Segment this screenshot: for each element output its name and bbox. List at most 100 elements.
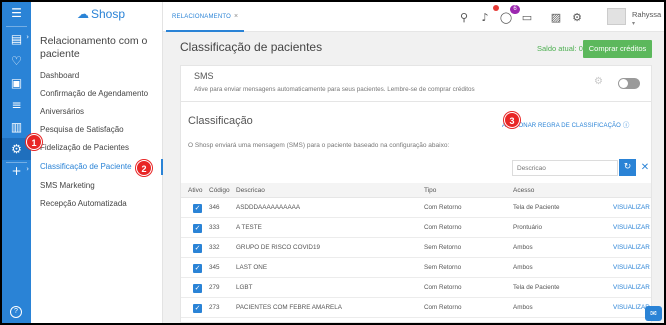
chat-bubble-icon[interactable]: ✉ bbox=[645, 306, 662, 321]
table-body: ✓ 346 ASDDDAAAAAAAAAA Com Retorno Tela de Pa… bbox=[181, 198, 651, 318]
cell-description: A TESTE bbox=[236, 224, 262, 231]
buy-credits-button[interactable]: Comprar créditos bbox=[583, 40, 652, 58]
icon-rail: ☰ ▤ › ♡ ▣ ≡ ▥ ⚙ + › ? bbox=[2, 2, 31, 323]
table-row: ✓ 279 LGBT Com Retorno Tela de Paciente VISUA… bbox=[181, 278, 651, 298]
cell-acesso: Tela de Paciente bbox=[513, 284, 560, 291]
tab-close-icon[interactable]: × bbox=[234, 13, 238, 20]
table-header: Ativo Código Descricao Tipo Acesso bbox=[181, 183, 651, 198]
cell-acesso: Prontuário bbox=[513, 224, 543, 231]
view-link[interactable]: VISUALIZAR bbox=[613, 278, 650, 298]
image-icon[interactable]: ▨ bbox=[548, 9, 564, 25]
settings-gear-icon[interactable]: ⚙ bbox=[594, 76, 603, 87]
add-rule-link[interactable]: ADICIONAR REGRA DE CLASSIFICAÇÃO ⓘ bbox=[502, 119, 630, 129]
sms-toggle[interactable] bbox=[618, 78, 640, 89]
step-marker-1: 1 bbox=[26, 134, 42, 150]
sidebar-item-confirmacao[interactable]: Confirmação de Agendamento bbox=[40, 86, 163, 102]
header-codigo[interactable]: Código bbox=[209, 183, 230, 198]
active-checkbox[interactable]: ✓ bbox=[193, 284, 202, 293]
cell-code: 346 bbox=[209, 204, 220, 211]
classification-description: O Shosp enviará uma mensagem (SMS) para … bbox=[188, 142, 450, 149]
cell-acesso: Ambos bbox=[513, 244, 533, 251]
chevron-down-icon[interactable]: ▾ bbox=[632, 20, 635, 27]
table-row: ✓ 333 A TESTE Com Retorno Prontuário VISUALIZ… bbox=[181, 218, 651, 238]
cell-tipo: Com Retorno bbox=[424, 284, 462, 291]
cell-tipo: Sem Retorno bbox=[424, 244, 462, 251]
menu-icon[interactable]: ☰ bbox=[2, 2, 31, 24]
sms-title: SMS bbox=[194, 71, 214, 81]
cell-description: LAST ONE bbox=[236, 264, 268, 271]
classification-title: Classificação bbox=[188, 115, 253, 127]
briefcase-icon[interactable]: ▥ bbox=[2, 116, 31, 138]
cell-acesso: Tela de Paciente bbox=[513, 204, 560, 211]
main-content: Classificação de pacientes Saldo atual: … bbox=[163, 32, 664, 323]
view-link[interactable]: VISUALIZAR bbox=[613, 258, 650, 278]
view-link[interactable]: VISUALIZAR bbox=[613, 198, 650, 218]
cell-tipo: Com Retorno bbox=[424, 224, 462, 231]
chat-icon[interactable]: ◯ 6 bbox=[498, 5, 520, 25]
refresh-button[interactable]: ↻ bbox=[619, 159, 636, 176]
sidebar-item-recepcao[interactable]: Recepção Automatizada bbox=[40, 196, 163, 212]
classification-panel: Classificação ADICIONAR REGRA DE CLASSIF… bbox=[180, 102, 652, 323]
cell-code: 333 bbox=[209, 224, 220, 231]
cell-code: 279 bbox=[209, 284, 220, 291]
sms-description: Ative para enviar mensagens automaticame… bbox=[194, 86, 475, 93]
view-link[interactable]: VISUALIZAR bbox=[613, 218, 650, 238]
tab-relacionamento[interactable]: RELACIONAMENTO × bbox=[166, 2, 245, 32]
monitor-icon[interactable]: ▭ bbox=[519, 9, 535, 25]
active-checkbox[interactable]: ✓ bbox=[193, 264, 202, 273]
sidebar-item-dashboard[interactable]: Dashboard bbox=[40, 68, 163, 84]
header-ativo[interactable]: Ativo bbox=[188, 183, 202, 198]
cell-description: LGBT bbox=[236, 284, 253, 291]
search-icon[interactable]: ⚲ bbox=[456, 9, 472, 25]
header-acesso[interactable]: Acesso bbox=[513, 183, 534, 198]
sidebar-item-sms-marketing[interactable]: SMS Marketing bbox=[40, 178, 163, 194]
cell-tipo: Com Retorno bbox=[424, 304, 462, 311]
money-icon[interactable]: ▣ bbox=[2, 72, 31, 94]
view-link[interactable]: VISUALIZAR bbox=[613, 238, 650, 258]
close-icon[interactable]: ✕ bbox=[640, 159, 650, 176]
header-descricao[interactable]: Descricao bbox=[236, 183, 265, 198]
sidebar-item-pesquisa[interactable]: Pesquisa de Satisfação bbox=[40, 122, 163, 138]
table-row: ✓ 332 GRUPO DE RISCO COVID19 Sem Retorno Amb… bbox=[181, 238, 651, 258]
add-rule-label: ADICIONAR REGRA DE CLASSIFICAÇÃO bbox=[502, 123, 621, 129]
search-input[interactable] bbox=[512, 160, 618, 176]
active-checkbox[interactable]: ✓ bbox=[193, 224, 202, 233]
active-checkbox[interactable]: ✓ bbox=[193, 204, 202, 213]
user-name[interactable]: Rahyssa bbox=[632, 10, 661, 19]
dashboard-icon[interactable]: ▤ › bbox=[2, 28, 31, 50]
app-window: ☰ ▤ › ♡ ▣ ≡ ▥ ⚙ + › ? ☁ Shosp Relacionamen… bbox=[2, 2, 664, 323]
header-tipo[interactable]: Tipo bbox=[424, 183, 436, 198]
cell-code: 345 bbox=[209, 264, 220, 271]
sidebar-item-fidelizacao[interactable]: Fidelização de Pacientes bbox=[40, 140, 163, 156]
cell-tipo: Sem Retorno bbox=[424, 264, 462, 271]
table-row: ✓ 346 ASDDDAAAAAAAAAA Com Retorno Tela de Pa… bbox=[181, 198, 651, 218]
active-checkbox[interactable]: ✓ bbox=[193, 244, 202, 253]
active-checkbox[interactable]: ✓ bbox=[193, 304, 202, 313]
cell-acesso: Ambos bbox=[513, 264, 533, 271]
cell-code: 273 bbox=[209, 304, 220, 311]
help-icon[interactable]: ? bbox=[10, 306, 22, 318]
rail-divider bbox=[6, 26, 27, 27]
cell-description: PACIENTES COM FEBRE AMARELA bbox=[236, 304, 342, 311]
logo[interactable]: ☁ Shosp bbox=[77, 7, 125, 21]
sidebar-item-aniversarios[interactable]: Aniversários bbox=[40, 104, 163, 120]
table-row: ✓ 345 LAST ONE Sem Retorno Ambos VISUALIZAR bbox=[181, 258, 651, 278]
page-title: Classificação de pacientes bbox=[180, 40, 323, 54]
cell-tipo: Com Retorno bbox=[424, 204, 462, 211]
classification-table: Ativo Código Descricao Tipo Acesso ✓ 346 A… bbox=[181, 183, 651, 318]
balance-text: Saldo atual: 0 bbox=[537, 44, 583, 53]
database-icon[interactable]: ≡ bbox=[2, 94, 31, 116]
cell-code: 332 bbox=[209, 244, 220, 251]
cell-acesso: Ambos bbox=[513, 304, 533, 311]
step-marker-3: 3 bbox=[504, 112, 520, 128]
sms-card: SMS Ative para enviar mensagens automati… bbox=[180, 65, 652, 102]
top-bar: RELACIONAMENTO × ⚲ ♪ ◯ 6 ▭ ▨ ⚙ Rahyssa ▾ bbox=[163, 2, 664, 32]
sidebar-title: Relacionamento com o paciente bbox=[40, 35, 148, 60]
avatar[interactable] bbox=[607, 8, 626, 25]
tab-label: RELACIONAMENTO bbox=[172, 14, 232, 20]
plus-icon[interactable]: + › bbox=[2, 160, 31, 182]
bell-icon[interactable]: ♪ bbox=[477, 5, 499, 25]
cloud-icon: ☁ bbox=[77, 7, 89, 21]
gear-icon[interactable]: ⚙ bbox=[569, 9, 585, 25]
heart-icon[interactable]: ♡ bbox=[2, 50, 31, 72]
